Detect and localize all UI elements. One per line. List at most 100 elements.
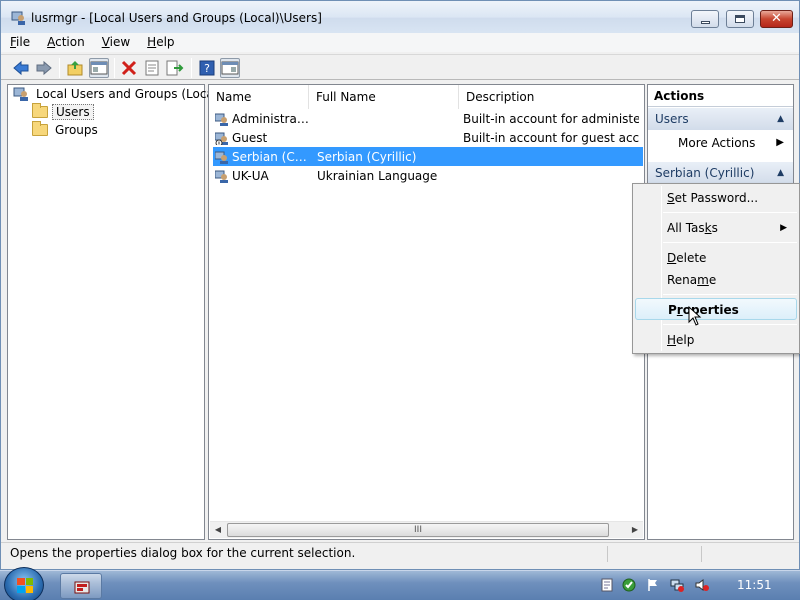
status-bar: Opens the properties dialog box for the … bbox=[1, 542, 799, 564]
computer-users-icon bbox=[11, 11, 25, 25]
user-name: Guest bbox=[232, 130, 268, 145]
menu-help[interactable]: Help bbox=[138, 33, 182, 52]
properties-icon[interactable] bbox=[142, 58, 162, 78]
minimize-button[interactable] bbox=[691, 10, 719, 28]
close-button[interactable]: ✕ bbox=[760, 10, 793, 28]
delete-icon[interactable] bbox=[119, 58, 139, 78]
taskbar: 11:51 bbox=[0, 567, 800, 600]
toolbar-separator bbox=[59, 58, 60, 78]
menu-bar: File Action View Help bbox=[1, 33, 799, 52]
toolbar: ? bbox=[1, 54, 799, 80]
context-menu: Set Password... All Tasks ▶ Delete Rename… bbox=[632, 183, 800, 354]
disabled-user-icon bbox=[215, 132, 228, 145]
tree-root-label: Local Users and Groups (Local) bbox=[36, 87, 222, 101]
svg-text:?: ? bbox=[204, 62, 210, 75]
volume-muted-icon[interactable] bbox=[695, 578, 709, 592]
status-divider bbox=[701, 546, 702, 562]
menu-file[interactable]: File bbox=[1, 33, 38, 52]
user-description: Built-in account for administering bbox=[463, 111, 639, 126]
computer-management-icon bbox=[74, 581, 90, 594]
maximize-button[interactable] bbox=[726, 10, 754, 28]
tree-item-groups[interactable]: Groups bbox=[32, 121, 101, 139]
list-row-guest[interactable]: Guest Built-in account for guest access … bbox=[213, 128, 643, 147]
tree-root-item[interactable]: Local Users and Groups (Local) bbox=[13, 85, 225, 103]
actions-group-label: Serbian (Cyrillic) bbox=[655, 166, 755, 180]
close-icon: ✕ bbox=[771, 11, 782, 26]
submenu-arrow-icon: ▶ bbox=[780, 223, 787, 233]
menu-item-delete[interactable]: Delete bbox=[635, 247, 797, 269]
console-tree-pane[interactable]: Local Users and Groups (Local) Users Gro… bbox=[7, 84, 222, 540]
horizontal-scrollbar[interactable]: ◀ III ▶ bbox=[210, 521, 643, 538]
user-full-name: Ukrainian Language bbox=[317, 168, 438, 183]
toolbar-separator bbox=[191, 58, 192, 78]
up-folder-icon[interactable] bbox=[65, 58, 85, 78]
menu-separator bbox=[663, 324, 797, 325]
show-hide-action-pane-icon[interactable] bbox=[220, 58, 240, 78]
actions-group-users[interactable]: Users ▲ bbox=[648, 108, 793, 130]
column-header-name[interactable]: Name bbox=[209, 85, 309, 109]
list-row-serbian-cyrillic[interactable]: Serbian (Cyri... Serbian (Cyrillic) bbox=[213, 147, 643, 166]
column-header-description[interactable]: Description bbox=[459, 85, 644, 109]
maximize-icon bbox=[735, 15, 745, 23]
action-center-flag-icon[interactable] bbox=[646, 578, 660, 592]
list-row-uk-ua[interactable]: UK-UA Ukrainian Language bbox=[213, 166, 643, 185]
tree-item-users[interactable]: Users bbox=[32, 103, 94, 121]
forward-arrow-icon[interactable] bbox=[34, 58, 54, 78]
tree-item-label: Groups bbox=[55, 123, 98, 137]
menu-item-all-tasks[interactable]: All Tasks ▶ bbox=[635, 217, 797, 239]
menu-view[interactable]: View bbox=[93, 33, 138, 52]
menu-separator bbox=[663, 294, 797, 295]
status-divider bbox=[607, 546, 608, 562]
actions-group-label: Users bbox=[655, 112, 689, 126]
computer-users-icon bbox=[13, 87, 28, 101]
status-text: Opens the properties dialog box for the … bbox=[10, 546, 356, 560]
menu-action[interactable]: Action bbox=[38, 33, 93, 52]
menu-item-set-password[interactable]: Set Password... bbox=[635, 187, 797, 209]
back-arrow-icon[interactable] bbox=[11, 58, 31, 78]
start-button[interactable] bbox=[4, 567, 44, 600]
toolbar-separator bbox=[114, 58, 115, 78]
actions-title: Actions bbox=[648, 85, 793, 107]
network-icon[interactable] bbox=[670, 578, 684, 592]
menu-separator bbox=[663, 242, 797, 243]
menu-item-properties[interactable]: Properties bbox=[635, 298, 797, 320]
list-row-administrator[interactable]: Administrator Built-in account for admin… bbox=[213, 109, 643, 128]
column-header-full-name[interactable]: Full Name bbox=[309, 85, 459, 109]
user-name: Administrator bbox=[232, 111, 313, 126]
scrollbar-thumb[interactable]: III bbox=[227, 523, 609, 537]
actions-group-selected-user[interactable]: Serbian (Cyrillic) ▲ bbox=[648, 162, 793, 184]
minimize-icon bbox=[700, 20, 710, 24]
user-full-name: Serbian (Cyrillic) bbox=[317, 149, 417, 164]
export-list-icon[interactable] bbox=[165, 58, 185, 78]
window-title: lusrmgr - [Local Users and Groups (Local… bbox=[31, 11, 322, 25]
user-name: UK-UA bbox=[232, 168, 269, 183]
scroll-right-icon[interactable]: ▶ bbox=[630, 525, 640, 535]
folder-icon bbox=[32, 103, 48, 118]
more-actions-item[interactable]: More Actions bbox=[678, 132, 755, 154]
user-icon bbox=[215, 113, 228, 126]
collapse-up-icon[interactable]: ▲ bbox=[777, 162, 784, 184]
menu-item-rename[interactable]: Rename bbox=[635, 269, 797, 291]
submenu-arrow-icon: ▶ bbox=[776, 137, 784, 148]
user-description: Built-in account for guest access t bbox=[463, 130, 639, 145]
mouse-cursor-icon bbox=[688, 306, 702, 326]
taskbar-clock[interactable]: 11:51 bbox=[737, 578, 772, 592]
taskbar-app-lusrmgr[interactable] bbox=[60, 573, 102, 599]
help-icon[interactable]: ? bbox=[197, 58, 217, 78]
scroll-grip: III bbox=[414, 525, 422, 535]
user-icon bbox=[215, 151, 228, 164]
user-name: Serbian (Cyri... bbox=[232, 149, 313, 164]
menu-item-help[interactable]: Help bbox=[635, 329, 797, 351]
users-list-pane[interactable]: Name Full Name Description Administrator… bbox=[208, 84, 645, 540]
scroll-left-icon[interactable]: ◀ bbox=[213, 525, 223, 535]
menu-separator bbox=[663, 212, 797, 213]
windows-logo-icon bbox=[17, 578, 33, 593]
document-tray-icon[interactable] bbox=[600, 578, 614, 592]
tree-item-label: Users bbox=[52, 104, 94, 120]
show-hide-tree-icon[interactable] bbox=[89, 58, 109, 78]
user-icon bbox=[215, 170, 228, 183]
title-bar[interactable]: lusrmgr - [Local Users and Groups (Local… bbox=[1, 1, 799, 34]
folder-icon bbox=[32, 121, 48, 136]
security-shield-icon[interactable] bbox=[622, 578, 636, 592]
collapse-up-icon[interactable]: ▲ bbox=[777, 108, 784, 130]
